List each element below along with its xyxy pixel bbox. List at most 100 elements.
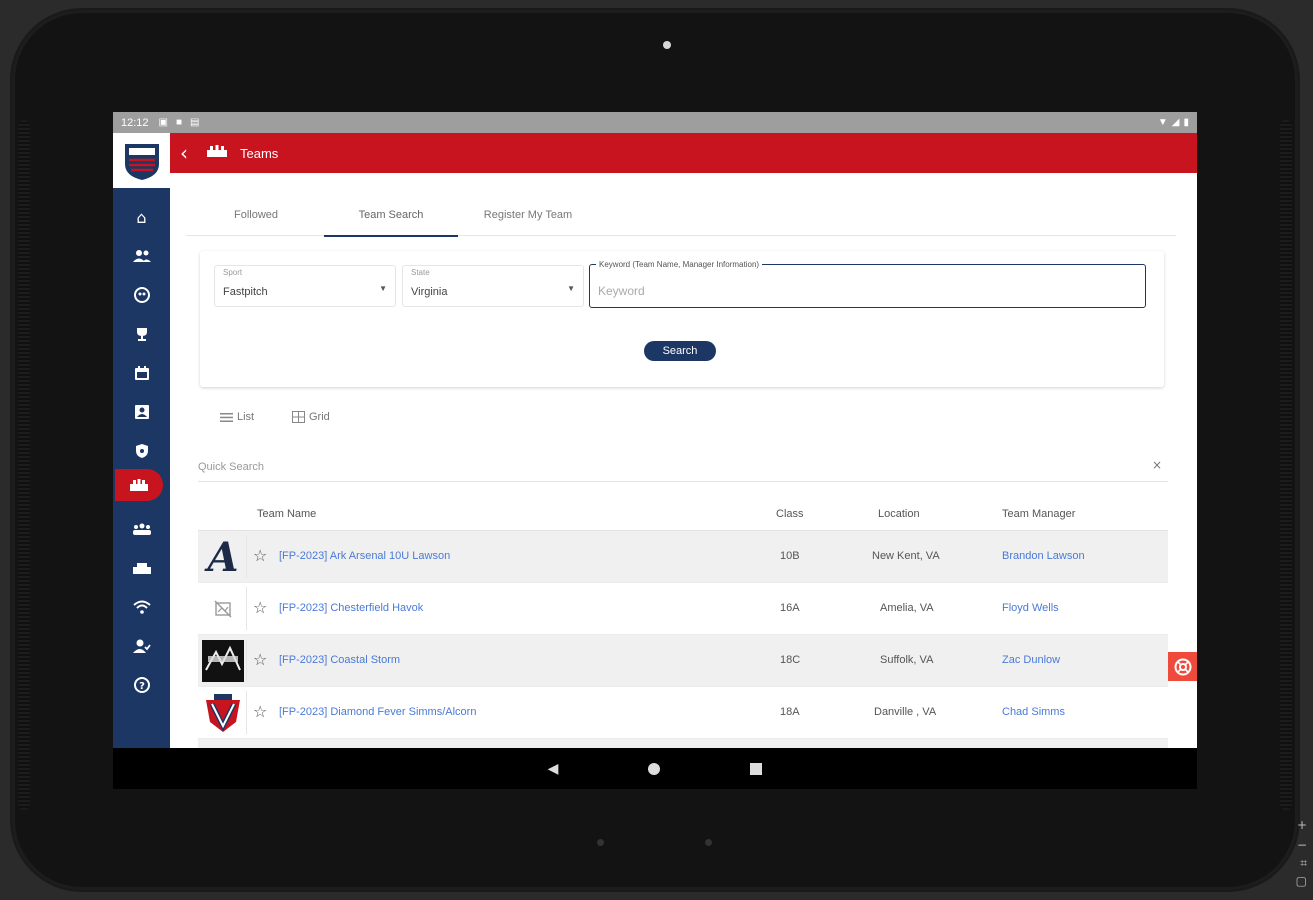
header-location[interactable]: Location	[878, 508, 920, 520]
search-card: Sport Fastpitch ▼ State Virginia ▼ Keywo…	[200, 251, 1164, 387]
star-icon[interactable]: ☆	[253, 546, 267, 565]
table-row[interactable]: A ☆ [FP-2023] Ark Arsenal 10U Lawson 10B…	[198, 531, 1168, 583]
tab-bar: Followed Team Search Register My Team	[186, 195, 1176, 237]
team-name-link[interactable]: [FP-2023] Chesterfield Havok	[279, 602, 423, 614]
grid-view-label: Grid	[309, 411, 330, 423]
support-chat-icon[interactable]	[1168, 652, 1197, 681]
signal-icon: ◢	[1171, 117, 1180, 128]
table-row[interactable]: ☆ [FP-2023] Diamond Fever Simms/Alcorn 1…	[198, 687, 1168, 739]
shield-icon[interactable]	[113, 435, 170, 467]
team-name-link[interactable]: [FP-2023] Diamond Fever Simms/Alcorn	[279, 706, 476, 718]
calendar-icon[interactable]	[113, 357, 170, 389]
state-value: Virginia	[411, 286, 448, 298]
help-icon[interactable]: ?	[113, 669, 170, 701]
zoom-in-icon[interactable]: +	[1297, 818, 1307, 832]
team-logo	[200, 691, 247, 734]
header-team-name[interactable]: Team Name	[257, 508, 316, 520]
star-icon[interactable]: ☆	[253, 598, 267, 617]
sensor-dot	[597, 839, 604, 846]
user-check-icon[interactable]	[113, 630, 170, 662]
team-location: Suffolk, VA	[880, 654, 934, 666]
back-arrow-icon[interactable]: ‹	[170, 141, 198, 165]
tab-register-my-team[interactable]: Register My Team	[468, 195, 588, 235]
close-icon[interactable]: ×	[1152, 458, 1162, 472]
team-logo	[200, 639, 247, 682]
stadium-icon[interactable]	[113, 552, 170, 584]
status-time: 12:12	[121, 116, 149, 129]
grid-view-button[interactable]: Grid	[292, 411, 330, 423]
team-class: 10B	[780, 550, 800, 562]
table-row[interactable]: ☆ [FP-2023] Chesterfield Havok 16A Ameli…	[198, 583, 1168, 635]
state-select[interactable]: State Virginia ▼	[402, 265, 584, 307]
nav-recents-icon[interactable]	[750, 762, 763, 775]
status-bar: 12:12 ▣ ■ ▤ ▼ ◢ ▮	[113, 112, 1197, 133]
notification-icon: ▣	[158, 117, 168, 128]
trophy-icon[interactable]	[113, 318, 170, 350]
nav-back-icon[interactable]: ◀	[548, 761, 559, 777]
notification-icon: ▤	[190, 117, 200, 128]
wifi-icon[interactable]	[113, 591, 170, 623]
team-name-link[interactable]: [FP-2023] Ark Arsenal 10U Lawson	[279, 550, 450, 562]
star-icon[interactable]: ☆	[253, 702, 267, 721]
usa-softball-logo[interactable]	[113, 133, 170, 188]
keyword-placeholder: Keyword	[598, 284, 645, 298]
dropdown-caret-icon: ▼	[379, 284, 387, 293]
team-class: 16A	[780, 602, 800, 614]
team-icon	[130, 479, 148, 491]
manager-link[interactable]: Brandon Lawson	[1002, 550, 1085, 562]
sensor-dot	[705, 839, 712, 846]
manager-link[interactable]: Chad Simms	[1002, 706, 1065, 718]
users-icon[interactable]	[113, 240, 170, 272]
sport-select[interactable]: Sport Fastpitch ▼	[214, 265, 396, 307]
dropdown-caret-icon: ▼	[567, 284, 575, 293]
team-location: New Kent, VA	[872, 550, 940, 562]
header-team-manager[interactable]: Team Manager	[1002, 508, 1075, 520]
nav-home-icon[interactable]	[648, 762, 661, 775]
window-icon[interactable]: ⌗	[1300, 856, 1307, 871]
team-name-link[interactable]: [FP-2023] Coastal Storm	[279, 654, 400, 666]
grid-icon	[292, 411, 305, 423]
search-button[interactable]: Search	[644, 341, 716, 361]
contact-card-icon[interactable]	[113, 396, 170, 428]
header-class[interactable]: Class	[776, 508, 804, 520]
page-title: Teams	[240, 145, 279, 161]
sidebar-item-teams[interactable]	[115, 469, 163, 501]
team-class: 18A	[780, 706, 800, 718]
list-view-button[interactable]: List	[220, 411, 254, 423]
tab-followed[interactable]: Followed	[206, 195, 306, 235]
team-location: Amelia, VA	[880, 602, 934, 614]
no-image-icon	[200, 587, 247, 630]
main-content: Followed Team Search Register My Team Sp…	[170, 173, 1197, 754]
device-screen: 12:12 ▣ ■ ▤ ▼ ◢ ▮ ‹ Teams ⌂ ? Followed T…	[113, 112, 1197, 789]
star-icon[interactable]: ☆	[253, 650, 267, 669]
group-icon[interactable]	[113, 513, 170, 545]
team-class: 18C	[780, 654, 801, 666]
sidebar: ⌂ ?	[113, 188, 170, 748]
quick-search-input[interactable]: Quick Search ×	[198, 451, 1168, 482]
team-logo: A	[200, 535, 247, 578]
list-icon	[220, 412, 233, 422]
notification-icon: ■	[175, 117, 183, 128]
table-row[interactable]: ☆ [FP-2023] Coastal Storm 18C Suffolk, V…	[198, 635, 1168, 687]
keyword-input[interactable]: Keyword (Team Name, Manager Information)…	[589, 260, 1146, 308]
manager-link[interactable]: Zac Dunlow	[1002, 654, 1060, 666]
table-header: Team Name Class Location Team Manager	[198, 496, 1168, 531]
quick-search-placeholder: Quick Search	[198, 461, 265, 473]
team-icon	[206, 144, 228, 163]
zoom-out-icon[interactable]: −	[1297, 838, 1307, 852]
more-icon[interactable]: ▢	[1296, 874, 1307, 888]
list-view-label: List	[237, 411, 255, 423]
sport-value: Fastpitch	[223, 286, 268, 298]
home-icon[interactable]: ⌂	[113, 201, 170, 233]
camera-icon	[663, 41, 671, 49]
softball-icon[interactable]	[113, 279, 170, 311]
state-label: State	[411, 268, 430, 277]
svg-text:A: A	[203, 537, 238, 577]
android-nav-bar: ◀	[113, 748, 1197, 789]
left-speaker-grille	[18, 120, 30, 810]
svg-text:?: ?	[139, 681, 145, 692]
manager-link[interactable]: Floyd Wells	[1002, 602, 1059, 614]
keyword-label: Keyword (Team Name, Manager Information)	[596, 260, 763, 269]
team-location: Danville , VA	[874, 706, 937, 718]
tab-team-search[interactable]: Team Search	[324, 195, 458, 237]
